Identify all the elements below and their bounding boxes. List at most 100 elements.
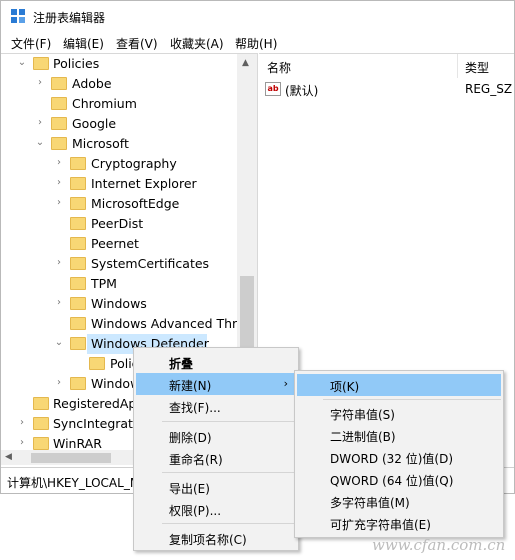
chevron-right-icon[interactable]: › [54,198,64,208]
chevron-right-icon[interactable]: › [17,438,27,448]
menu-item-find[interactable]: 查找(F)... [136,395,296,417]
tree-item-label: WinRAR [53,436,102,451]
chevron-right-icon[interactable]: › [54,298,64,308]
chevron-right-icon[interactable]: › [54,178,64,188]
column-header-name[interactable]: 名称 [267,54,291,78]
submenu-item-multi-string[interactable]: 多字符串值(M) [297,490,501,512]
menu-file[interactable]: 文件(F) [11,35,51,52]
folder-icon [70,377,86,390]
folder-icon [51,97,67,110]
title-bar: 注册表编辑器 [1,1,514,33]
chevron-right-icon[interactable]: › [54,378,64,388]
submenu-item-expandable-string[interactable]: 可扩充字符串值(E) [297,512,501,534]
regedit-icon [11,9,27,25]
folder-icon [70,257,86,270]
tree-item[interactable]: ⌄ Microsoft [1,134,241,154]
tree-item-label: SystemCertificates [91,256,210,271]
menu-edit[interactable]: 编辑(E) [63,35,104,52]
tree-item-label: Chromium [72,96,137,111]
tree-item[interactable]: › Google [1,114,241,134]
tree-item[interactable]: Chromium [1,94,241,114]
tree-item[interactable]: › SystemCertificates [1,254,241,274]
watermark: www.cfan.com.cn [372,536,506,554]
tree-item[interactable]: ⌄ Policies [1,54,241,74]
context-menu: 折叠 新建(N) › 查找(F)... 删除(D) 重命名(R) 导出(E) 权限… [133,347,299,551]
scrollbar-thumb[interactable] [31,453,111,463]
tree-item-label: Google [72,116,117,131]
chevron-down-icon[interactable]: ⌄ [17,58,27,68]
tree-item[interactable]: › Adobe [1,74,241,94]
key-path: 计算机\HKEY_LOCAL_MACHINE [7,476,133,490]
tree-item-label: RegisteredAp [53,396,137,411]
menu-favorites[interactable]: 收藏夹(A) [170,35,224,52]
tree-item[interactable]: PeerDist [1,214,241,234]
folder-icon [33,417,49,430]
value-row[interactable]: ab (默认) REG_SZ [259,80,514,100]
submenu-item-binary[interactable]: 二进制值(B) [297,424,501,446]
folder-icon [70,197,86,210]
menu-item-export[interactable]: 导出(E) [136,476,296,498]
tree-item-label: Policies [53,56,100,71]
tree-item[interactable]: TPM [1,274,241,294]
submenu-item-key[interactable]: 项(K) [297,374,501,396]
folder-icon [33,437,49,450]
menu-view[interactable]: 查看(V) [116,35,158,52]
tree-item[interactable]: Peernet [1,234,241,254]
folder-icon [33,57,49,70]
tree-item-label: SyncIntegratio [53,416,145,431]
chevron-right-icon[interactable]: › [17,418,27,428]
chevron-right-icon[interactable]: › [35,78,45,88]
tree-item[interactable]: › Internet Explorer [1,174,241,194]
chevron-right-icon[interactable]: › [35,118,45,128]
tree-item-label: Adobe [72,76,112,91]
folder-icon [33,397,49,410]
tree-item[interactable]: › Cryptography [1,154,241,174]
tree-item-label: Windows Advanced Thre [91,316,245,331]
folder-icon [70,297,86,310]
chevron-right-icon[interactable]: › [54,258,64,268]
folder-icon [70,177,86,190]
submenu-item-string[interactable]: 字符串值(S) [297,402,501,424]
menu-separator [162,421,296,422]
submenu-item-dword[interactable]: DWORD (32 位)值(D) [297,446,501,468]
menu-separator [162,523,296,524]
tree-item[interactable]: › MicrosoftEdge [1,194,241,214]
tree-item-label: PeerDist [91,216,144,231]
submenu-arrow-icon: › [283,377,288,390]
tree-item-label: TPM [91,276,117,291]
scroll-left-icon[interactable]: ◀ [5,452,12,462]
menu-separator [162,472,296,473]
submenu-item-qword[interactable]: QWORD (64 位)值(Q) [297,468,501,490]
tree-item[interactable]: Windows Advanced Thre [1,314,245,334]
menu-item-collapse[interactable]: 折叠 [136,351,296,373]
chevron-down-icon[interactable]: ⌄ [54,338,64,348]
value-name: (默认) [285,84,319,98]
new-submenu: 项(K) 字符串值(S) 二进制值(B) DWORD (32 位)值(D) QW… [294,370,504,538]
tree-item[interactable]: › Windows [1,294,241,314]
folder-icon [70,237,86,250]
tree-item-label: Internet Explorer [91,176,197,191]
folder-icon [70,337,86,350]
menu-bar: 文件(F) 编辑(E) 查看(V) 收藏夹(A) 帮助(H) [1,33,514,53]
folder-icon [70,317,86,330]
folder-icon [51,117,67,130]
menu-help[interactable]: 帮助(H) [235,35,277,52]
column-divider[interactable] [457,54,458,78]
scroll-up-icon[interactable]: ▲ [242,58,249,68]
string-value-icon: ab [265,82,281,96]
folder-icon [51,137,67,150]
value-type: REG_SZ [465,82,513,96]
menu-item-rename[interactable]: 重命名(R) [136,447,296,469]
chevron-down-icon[interactable]: ⌄ [35,138,45,148]
column-header-type[interactable]: 类型 [465,54,489,78]
tree-item-label: Windows [91,296,147,311]
menu-item-permissions[interactable]: 权限(P)... [136,498,296,520]
folder-icon [70,277,86,290]
folder-icon [51,77,67,90]
menu-item-delete[interactable]: 删除(D) [136,425,296,447]
menu-item-new[interactable]: 新建(N) › [136,373,296,395]
menu-item-copy-key-name[interactable]: 复制项名称(C) [136,527,296,549]
folder-icon [70,157,86,170]
chevron-right-icon[interactable]: › [54,158,64,168]
folder-icon [89,357,105,370]
